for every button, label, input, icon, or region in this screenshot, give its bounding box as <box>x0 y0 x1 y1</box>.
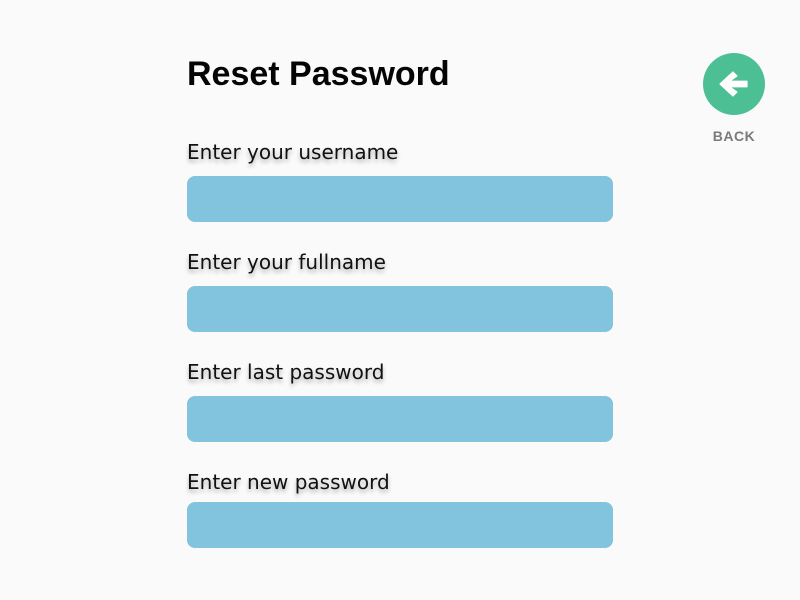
back-button[interactable] <box>703 53 765 115</box>
last-password-input[interactable] <box>187 396 613 442</box>
new-password-label: Enter new password <box>187 470 390 494</box>
username-input[interactable] <box>187 176 613 222</box>
page-title: Reset Password <box>187 55 450 93</box>
last-password-label: Enter last password <box>187 360 385 384</box>
username-label: Enter your username <box>187 140 399 164</box>
fullname-input[interactable] <box>187 286 613 332</box>
fullname-label: Enter your fullname <box>187 250 386 274</box>
back-label[interactable]: BACK <box>694 128 774 144</box>
new-password-input[interactable] <box>187 502 613 548</box>
arrow-left-icon <box>719 71 748 97</box>
